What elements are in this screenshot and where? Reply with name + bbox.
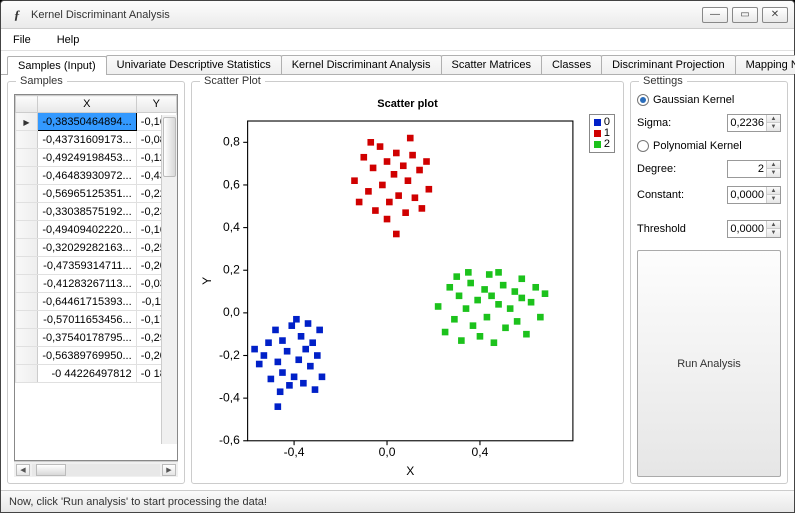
constant-input[interactable] <box>728 187 766 203</box>
tab-mapping-navigation[interactable]: Mapping Navigation <box>735 55 795 74</box>
tab-scatter-matrices[interactable]: Scatter Matrices <box>441 55 542 74</box>
menu-help[interactable]: Help <box>51 32 86 48</box>
tab-kernel-discriminant[interactable]: Kernel Discriminant Analysis <box>281 55 442 74</box>
table-row[interactable]: -0,46483930972...-0,437 <box>16 167 177 185</box>
table-row[interactable]: -0,64461715393...-0,115 <box>16 293 177 311</box>
samples-group: Samples XY-0,38350464894...-0,162-0,4373… <box>7 81 185 484</box>
scatter-plot: -0,6 -0,4 -0,2 0,0 0,2 0,4 0,6 0,8 -0,4 0,0 0,4 X Y <box>198 114 617 481</box>
samples-hscroll[interactable]: ◀ ▶ <box>14 461 178 477</box>
spinner-down-icon[interactable]: ▼ <box>766 123 780 131</box>
run-analysis-button[interactable]: Run Analysis <box>637 250 781 477</box>
maximize-button[interactable]: ▭ <box>732 7 758 23</box>
svg-text:0,8: 0,8 <box>223 135 240 149</box>
status-text: Now, click 'Run analysis' to start proce… <box>9 496 267 508</box>
svg-text:Y: Y <box>200 277 214 285</box>
table-row[interactable]: -0,47359314711...-0,200 <box>16 257 177 275</box>
settings-group: Settings Gaussian Kernel Sigma: ▲▼ Polyn… <box>630 81 788 484</box>
svg-text:0,0: 0,0 <box>379 445 396 459</box>
sigma-input[interactable] <box>728 115 766 131</box>
table-row[interactable]: -0,57011653456...-0,173 <box>16 311 177 329</box>
chart-title: Scatter plot <box>198 94 617 114</box>
hscroll-right-icon[interactable]: ▶ <box>162 464 176 476</box>
tab-classes[interactable]: Classes <box>541 55 602 74</box>
radio-on-icon <box>637 94 649 106</box>
hscroll-left-icon[interactable]: ◀ <box>16 464 30 476</box>
settings-group-title: Settings <box>639 75 687 87</box>
scatter-group-title: Scatter Plot <box>200 75 265 87</box>
app-window: ƒ Kernel Discriminant Analysis — ▭ ✕ Fil… <box>0 0 795 513</box>
svg-text:0,6: 0,6 <box>223 177 240 191</box>
svg-text:0,2: 0,2 <box>223 263 240 277</box>
svg-text:-0,2: -0,2 <box>219 348 240 362</box>
samples-group-title: Samples <box>16 75 67 87</box>
svg-text:X: X <box>406 464 414 478</box>
window-title: Kernel Discriminant Analysis <box>31 9 702 21</box>
menubar: File Help <box>1 29 794 51</box>
samples-table[interactable]: XY-0,38350464894...-0,162-0,43731609173.… <box>14 94 178 461</box>
table-row[interactable]: -0,37540178795...-0,292 <box>16 329 177 347</box>
degree-label: Degree: <box>637 163 676 175</box>
spinner-up-icon[interactable]: ▲ <box>766 115 780 123</box>
minimize-button[interactable]: — <box>702 7 728 23</box>
close-button[interactable]: ✕ <box>762 7 788 23</box>
svg-text:-0,6: -0,6 <box>219 433 240 447</box>
table-row[interactable]: -0,49409402220...-0,168 <box>16 221 177 239</box>
degree-input[interactable] <box>728 161 766 177</box>
polynomial-kernel-radio[interactable]: Polynomial Kernel <box>637 140 781 152</box>
statusbar: Now, click 'Run analysis' to start proce… <box>1 490 794 512</box>
threshold-label: Threshold <box>637 223 686 235</box>
svg-text:0,4: 0,4 <box>472 445 489 459</box>
app-icon: ƒ <box>9 7 25 23</box>
tab-discriminant-projection[interactable]: Discriminant Projection <box>601 55 735 74</box>
chart-legend: 0 1 2 <box>589 114 615 153</box>
samples-vscroll[interactable] <box>161 115 177 444</box>
sigma-label: Sigma: <box>637 117 671 129</box>
svg-text:0,0: 0,0 <box>223 305 240 319</box>
tab-univariate-stats[interactable]: Univariate Descriptive Statistics <box>106 55 282 74</box>
table-row[interactable]: -0,38350464894...-0,162 <box>16 113 177 131</box>
sigma-spinner[interactable]: ▲▼ <box>727 114 781 132</box>
svg-text:0,4: 0,4 <box>223 220 240 234</box>
table-row[interactable]: -0,43731609173...-0,087 <box>16 131 177 149</box>
constant-label: Constant: <box>637 189 684 201</box>
constant-spinner[interactable]: ▲▼ <box>727 186 781 204</box>
threshold-spinner[interactable]: ▲▼ <box>727 220 781 238</box>
titlebar[interactable]: ƒ Kernel Discriminant Analysis — ▭ ✕ <box>1 1 794 29</box>
table-row[interactable]: -0 44226497812-0 185 <box>16 365 177 383</box>
tabstrip: Samples (Input) Univariate Descriptive S… <box>1 51 794 75</box>
tab-samples-input[interactable]: Samples (Input) <box>7 56 107 75</box>
table-row[interactable]: -0,33038575192...-0,232 <box>16 203 177 221</box>
scatter-group: Scatter Plot Scatter plot 0 1 2 -0,6-0,4… <box>191 81 624 484</box>
table-row[interactable]: -0,32029282163...-0,251 <box>16 239 177 257</box>
table-row[interactable]: -0,56965125351...-0,227 <box>16 185 177 203</box>
table-row[interactable]: -0,49249198453...-0,127 <box>16 149 177 167</box>
threshold-input[interactable] <box>728 221 766 237</box>
gaussian-kernel-radio[interactable]: Gaussian Kernel <box>637 94 781 106</box>
menu-file[interactable]: File <box>7 32 37 48</box>
radio-off-icon <box>637 140 649 152</box>
table-row[interactable]: -0,56389769950...-0,207 <box>16 347 177 365</box>
svg-text:-0,4: -0,4 <box>284 445 305 459</box>
table-row[interactable]: -0,41283267113...-0,039 <box>16 275 177 293</box>
degree-spinner[interactable]: ▲▼ <box>727 160 781 178</box>
svg-text:-0,4: -0,4 <box>219 390 240 404</box>
